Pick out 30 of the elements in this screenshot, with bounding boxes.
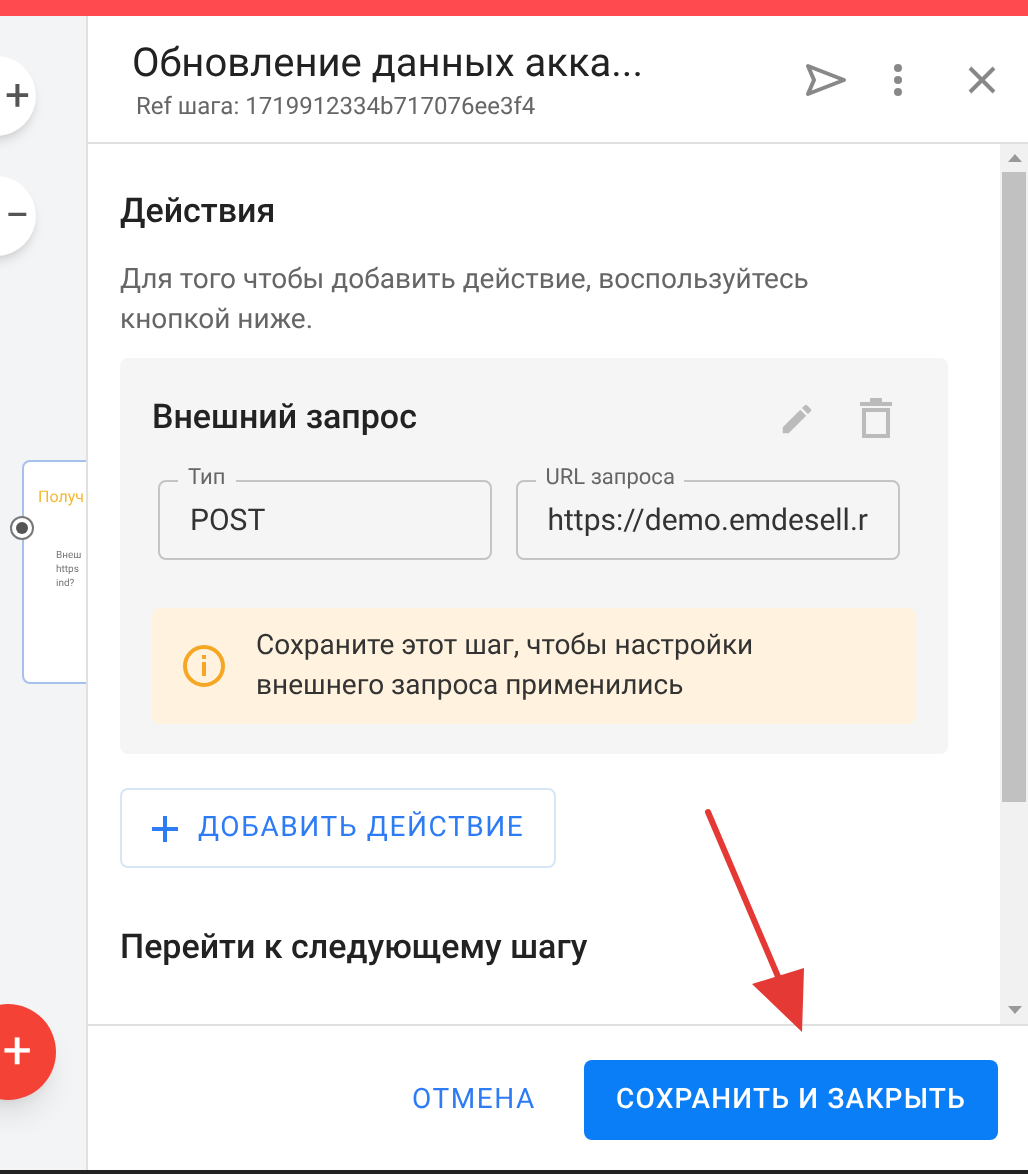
scroll-up-icon[interactable]	[1007, 154, 1021, 162]
edit-icon[interactable]	[778, 399, 816, 438]
panel-title: Обновление данных акка...	[132, 35, 645, 87]
scroll-down-icon[interactable]	[1007, 1006, 1021, 1014]
flow-node-card[interactable]	[22, 460, 86, 684]
section-heading: Действия	[120, 190, 278, 236]
info-icon	[182, 644, 226, 688]
section-heading: Перейти к следующему шагу	[120, 926, 590, 972]
connector-dot-icon	[10, 516, 34, 540]
step-ref: Ref шага: 1719912334b717076ee3f4	[136, 89, 538, 123]
zoom-out-button[interactable]: −	[0, 176, 36, 256]
add-action-button[interactable]: ДОБАВИТЬ ДЕЙСТВИЕ	[120, 788, 557, 868]
zoom-in-button[interactable]: +	[0, 56, 36, 136]
scrollbar-thumb[interactable]	[1002, 172, 1026, 802]
plus-icon	[152, 815, 178, 841]
close-icon[interactable]	[968, 65, 996, 93]
scrollbar[interactable]	[1000, 144, 1028, 1024]
send-icon[interactable]	[804, 61, 848, 97]
cancel-button[interactable]: ОТМЕНА	[391, 1060, 556, 1140]
add-fab-button[interactable]: +	[0, 1004, 56, 1100]
node-title: Получ	[38, 490, 84, 506]
trash-icon[interactable]	[860, 398, 892, 439]
actions-hint: Для того чтобы добавить действие, воспользуйтесь кнопкой ниже.	[120, 261, 811, 339]
field-label: URL запроса	[535, 464, 685, 492]
field-value: POST	[190, 499, 266, 542]
action-title: Внешний запрос	[152, 395, 419, 441]
field-value: https://demo.emdesell.r	[547, 499, 868, 542]
notice-text: Сохраните этот шаг, чтобы настройки внешнего запроса применились	[256, 628, 756, 706]
more-icon[interactable]	[892, 61, 904, 97]
save-close-button[interactable]: СОХРАНИТЬ И ЗАКРЫТЬ	[584, 1060, 998, 1140]
